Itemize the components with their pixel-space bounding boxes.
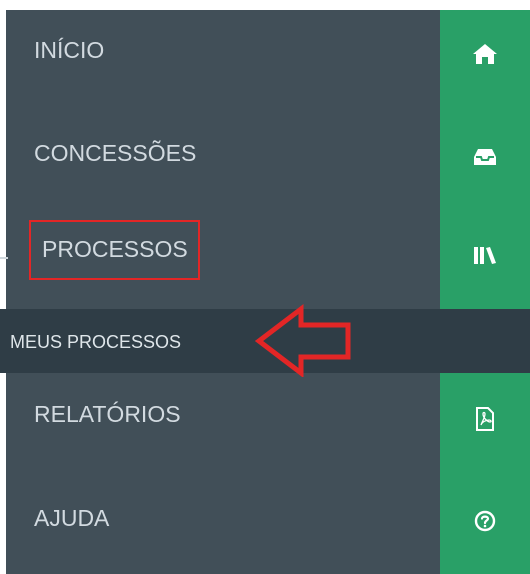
home-icon[interactable] xyxy=(470,39,500,69)
inbox-icon[interactable] xyxy=(470,142,500,172)
sidebar-item-label: CONCESSÕES xyxy=(34,140,197,166)
sidebar-item-label: AJUDA xyxy=(34,505,110,531)
books-icon[interactable] xyxy=(470,240,500,270)
sidebar-item-label: INÍCIO xyxy=(34,37,105,63)
file-pdf-icon[interactable] xyxy=(470,404,500,434)
sidebar-item-label: RELATÓRIOS xyxy=(34,401,181,427)
annotation-arrow xyxy=(255,303,351,377)
sidebar-item-relatorios[interactable]: RELATÓRIOS xyxy=(0,386,434,442)
sidebar-item-ajuda[interactable]: AJUDA xyxy=(0,490,434,546)
menu-indent-mark xyxy=(0,257,8,259)
highlight-box xyxy=(29,220,200,280)
sidebar-item-inicio[interactable]: INÍCIO xyxy=(0,20,434,76)
submenu-item-label: MEUS PROCESSOS xyxy=(10,332,182,352)
question-circle-icon[interactable] xyxy=(470,506,500,536)
sidebar-item-concessoes[interactable]: CONCESSÕES xyxy=(0,124,434,180)
icon-rail xyxy=(440,10,530,574)
